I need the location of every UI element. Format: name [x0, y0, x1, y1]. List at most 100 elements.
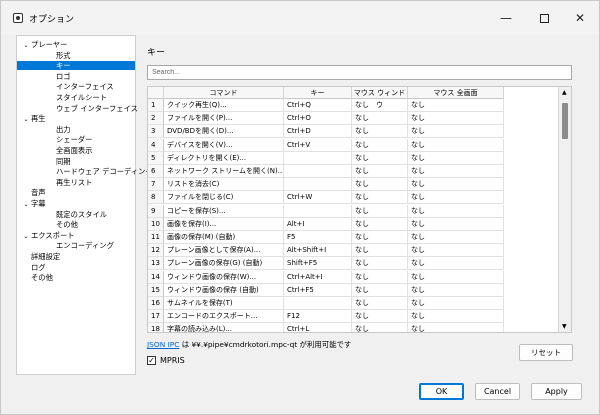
column-header-2[interactable]: マウス ウィンドウ [352, 87, 408, 109]
apply-button[interactable]: Apply [531, 383, 582, 400]
column-header-1[interactable]: キー [284, 87, 352, 99]
table-cell[interactable]: なし [408, 257, 504, 271]
table-cell[interactable]: ファイルを閉じる(C) [164, 191, 284, 205]
sidebar-item-22[interactable]: その他 [17, 273, 135, 282]
table-cell[interactable]: なし [352, 151, 408, 165]
minimize-button[interactable]: — [487, 1, 525, 35]
table-cell[interactable]: なし [408, 323, 504, 332]
sidebar-item-6[interactable]: ウェブ インターフェイス [17, 104, 138, 113]
table-cell[interactable]: コピーを保存(S)... [164, 204, 284, 218]
table-cell[interactable]: クイック再生(Q)... [164, 99, 284, 112]
table-cell[interactable]: 画像を保存(I)... [164, 217, 284, 231]
sidebar-item-16[interactable]: 既定のスタイル [17, 210, 135, 219]
table-cell[interactable]: なし [352, 204, 408, 218]
table-cell[interactable]: なし [408, 112, 504, 126]
table-cell[interactable]: Ctrl+D [284, 125, 352, 139]
sidebar-item-4[interactable]: インターフェイス [17, 82, 135, 91]
table-cell[interactable]: なし [408, 165, 504, 178]
table-cell[interactable]: 字幕の読み込み(L)... [164, 323, 284, 332]
sidebar-item-2[interactable]: キー [17, 61, 135, 71]
json-ipc-link[interactable]: JSON IPC [147, 340, 179, 349]
table-cell[interactable]: プレーン画像として保存(A)... [164, 244, 284, 258]
search-input[interactable] [147, 65, 572, 80]
sidebar-item-5[interactable]: スタイルシート [17, 93, 135, 102]
mpris-checkbox[interactable]: ✓ [147, 356, 156, 365]
table-cell[interactable]: なし [408, 204, 504, 218]
sidebar-item-20[interactable]: 詳細設定 [17, 252, 135, 261]
table-cell[interactable]: プレーン画像の保存(G) (自動) [164, 257, 284, 271]
sidebar-item-18[interactable]: ⌄ エクスポート [17, 231, 135, 240]
table-cell[interactable]: なし [352, 297, 408, 310]
table-cell[interactable]: デバイスを開く(V)... [164, 138, 284, 152]
table-cell[interactable]: Ctrl+Alt+I [284, 270, 352, 284]
sidebar-item-14[interactable]: 音声 [17, 188, 135, 197]
expand-arrow-icon[interactable]: ⌄ [21, 115, 31, 124]
sidebar-item-3[interactable]: ロゴ [17, 72, 135, 81]
table-cell[interactable]: なし [408, 151, 504, 165]
column-header-0[interactable]: コマンド [164, 87, 284, 99]
table-cell[interactable]: なし [408, 125, 504, 139]
table-cell[interactable]: ファイルを開く(P)... [164, 112, 284, 126]
table-cell[interactable]: なし [352, 257, 408, 271]
sidebar-item-12[interactable]: ハードウェア デコーディング [17, 167, 153, 176]
table-cell[interactable]: なし [352, 231, 408, 244]
table-cell[interactable]: Alt+Shift+I [284, 244, 352, 258]
table-cell[interactable]: Ctrl+Q [284, 99, 352, 112]
table-cell[interactable]: F12 [284, 310, 352, 324]
table-cell[interactable]: なし [352, 191, 408, 205]
table-cell[interactable]: なし [408, 138, 504, 152]
table-cell[interactable]: なし [408, 310, 504, 324]
sidebar-item-0[interactable]: ⌄ プレーヤー [17, 40, 135, 49]
table-cell[interactable] [284, 151, 352, 165]
table-cell[interactable]: なし [408, 178, 504, 192]
table-cell[interactable]: F5 [284, 231, 352, 244]
table-cell[interactable]: なし [352, 178, 408, 192]
table-cell[interactable]: ネットワーク ストリームを開く(N)... [164, 165, 284, 178]
table-cell[interactable]: なし [408, 231, 504, 244]
table-cell[interactable]: なし [352, 165, 408, 178]
table-cell[interactable]: Shift+F5 [284, 257, 352, 271]
table-cell[interactable]: Ctrl+W [284, 191, 352, 205]
table-vertical-scrollbar[interactable]: ▲ ▼ [558, 87, 571, 332]
shortcut-table[interactable]: ▲ ▼ コマンド キー マウス ウィンドウ マウス 全画面 1 クイック再生(Q)... C… [147, 86, 572, 333]
sidebar-item-9[interactable]: シェーダー [17, 135, 135, 144]
table-cell[interactable]: ウィンドウ画像の保存(W)... [164, 270, 284, 284]
sidebar-item-8[interactable]: 出力 [17, 125, 135, 134]
table-cell[interactable]: 画像の保存(M) (自動) [164, 231, 284, 244]
sidebar-item-10[interactable]: 全画面表示 [17, 146, 135, 155]
sidebar-item-11[interactable]: 同期 [17, 157, 135, 166]
table-cell[interactable]: なし [408, 217, 504, 231]
table-cell[interactable]: ウィンドウ画像の保存 (自動) [164, 283, 284, 297]
reset-button[interactable]: リセット [519, 344, 573, 361]
column-header-3[interactable]: マウス 全画面 [408, 87, 504, 99]
close-button[interactable]: ✕ [561, 1, 599, 35]
settings-category-tree[interactable]: ⌄ プレーヤー 形式 キー ロゴ インターフェイス スタイルシート ウェブ インターフェイス ⌄… [16, 35, 153, 375]
sidebar-item-13[interactable]: 再生リスト [17, 178, 135, 187]
table-cell[interactable] [284, 178, 352, 192]
table-cell[interactable]: Ctrl+L [284, 323, 352, 332]
sidebar-item-7[interactable]: ⌄ 再生 [17, 114, 135, 123]
table-cell[interactable]: なし [352, 217, 408, 231]
sidebar-item-19[interactable]: エンコーディング [17, 241, 135, 250]
table-cell[interactable]: なし [408, 283, 504, 297]
table-cell[interactable] [284, 297, 352, 310]
table-cell[interactable]: なし [408, 244, 504, 258]
sidebar-item-1[interactable]: 形式 [17, 51, 135, 60]
table-cell[interactable]: なし [352, 270, 408, 284]
table-cell[interactable]: エンコードのエクスポート... [164, 310, 284, 324]
table-cell[interactable]: なし [408, 99, 504, 112]
sidebar-item-15[interactable]: ⌄ 字幕 [17, 199, 135, 208]
table-cell[interactable]: なし [352, 310, 408, 324]
expand-arrow-icon[interactable]: ⌄ [21, 41, 31, 50]
maximize-button[interactable] [525, 1, 563, 35]
cancel-button[interactable]: Cancel [475, 383, 520, 400]
scrollbar-thumb[interactable] [562, 103, 568, 139]
table-cell[interactable]: ディレクトリを開く(E)... [164, 151, 284, 165]
table-cell[interactable]: なし [352, 323, 408, 332]
table-cell[interactable]: なし [408, 297, 504, 310]
table-cell[interactable]: なし [352, 138, 408, 152]
table-cell[interactable]: Ctrl+V [284, 138, 352, 152]
table-cell[interactable] [284, 204, 352, 218]
table-cell[interactable]: サムネイルを保存(T) [164, 297, 284, 310]
table-cell[interactable]: なし [352, 99, 408, 112]
